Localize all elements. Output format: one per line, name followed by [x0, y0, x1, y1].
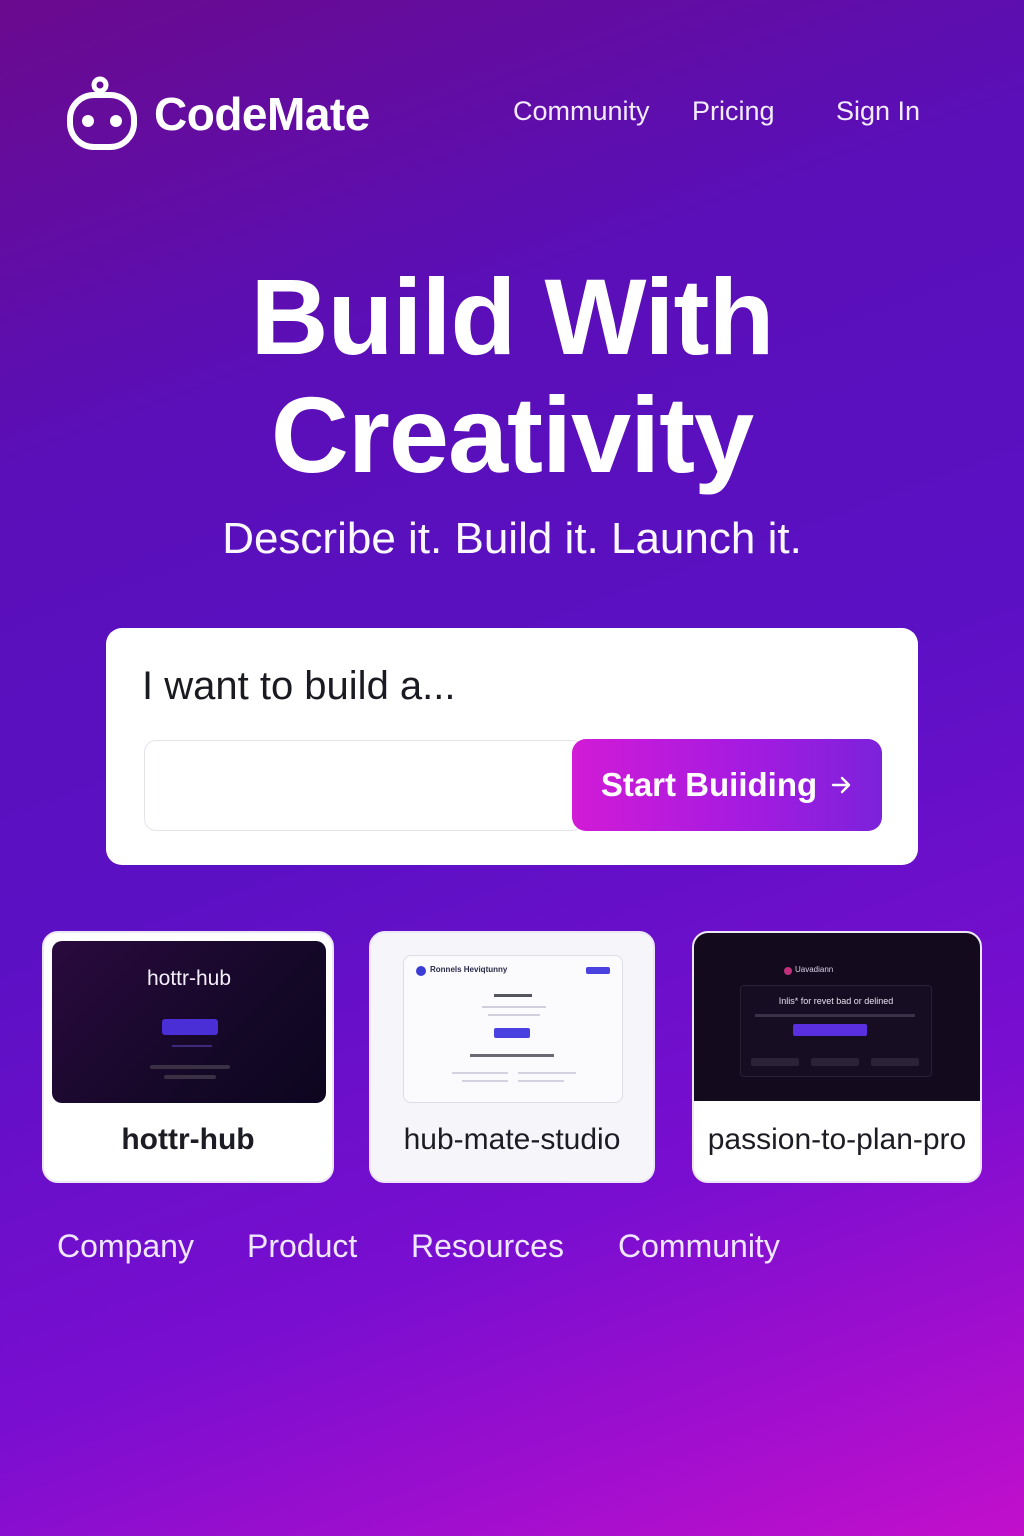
start-building-label: Start Buiiding: [600, 766, 818, 803]
arrow-right-icon: [831, 776, 851, 794]
brand-logo[interactable]: CodeMate: [66, 76, 370, 152]
thumbnail-button: [793, 1024, 867, 1036]
build-prompt-input[interactable]: [144, 740, 584, 831]
thumbnail-line: [462, 1080, 508, 1082]
project-card-passion-to-plan-pro[interactable]: Uavadiann Inlis* for revet bad or deline…: [692, 931, 982, 1183]
thumbnail-line: [494, 994, 532, 997]
thumbnail-line: [482, 1006, 546, 1008]
thumbnail-logo-icon: [416, 966, 426, 976]
footer-link-resources[interactable]: Resources: [411, 1228, 564, 1265]
thumbnail-title: hottr-hub: [146, 967, 232, 990]
thumbnail-line: [470, 1054, 554, 1057]
thumbnail-line: [150, 1065, 230, 1069]
project-thumbnail: Uavadiann Inlis* for revet bad or deline…: [694, 933, 980, 1101]
project-name: hub-mate-studio: [403, 1123, 621, 1156]
project-name: hottr-hub: [121, 1123, 255, 1156]
thumbnail-text: Inlis* for revet bad or delined: [778, 996, 894, 1006]
build-prompt-card: I want to build a... Start Buiiding: [106, 628, 918, 865]
hero-title-line-1: Build With: [250, 256, 775, 377]
build-prompt-label: I want to build a...: [142, 664, 456, 708]
brand-name: CodeMate: [154, 88, 370, 140]
thumbnail-nav-button: [586, 967, 610, 974]
thumbnail-line: [452, 1072, 508, 1074]
thumbnail-title: Ronnels Heviqtunny: [430, 965, 508, 974]
footer-link-company[interactable]: Company: [57, 1228, 194, 1265]
project-card-hub-mate-studio[interactable]: Ronnels Heviqtunny hub-mate-studio: [369, 931, 655, 1183]
hero-title-line-2: Creativity: [270, 374, 754, 495]
thumbnail-line: [172, 1045, 212, 1047]
footer-link-product[interactable]: Product: [247, 1228, 357, 1265]
hero-title: Build With Creativity: [0, 258, 1024, 494]
thumbnail-chip: [871, 1058, 919, 1066]
start-building-button[interactable]: Start Buiiding: [572, 739, 882, 831]
hero-subtitle: Describe it. Build it. Launch it.: [222, 514, 802, 563]
thumbnail-button: [494, 1028, 530, 1038]
thumbnail-title: Uavadiann: [795, 965, 834, 974]
project-thumbnail: Ronnels Heviqtunny: [403, 955, 623, 1103]
thumbnail-line: [755, 1014, 915, 1017]
thumbnail-line: [518, 1080, 564, 1082]
project-card-hottr-hub[interactable]: hottr-hub hottr-hub: [42, 931, 334, 1183]
nav-link-community[interactable]: Community: [513, 96, 650, 127]
top-header: CodeMate Community Pricing Sign In: [0, 0, 1024, 230]
thumbnail-button: [162, 1019, 218, 1035]
nav-link-sign-in[interactable]: Sign In: [836, 96, 920, 127]
thumbnail-panel: Inlis* for revet bad or delined: [740, 985, 932, 1077]
thumbnail-line: [518, 1072, 576, 1074]
thumbnail-chip: [751, 1058, 799, 1066]
footer-link-community[interactable]: Community: [618, 1228, 780, 1265]
project-name: passion-to-plan-pro: [707, 1123, 967, 1156]
thumbnail-line: [488, 1014, 540, 1016]
robot-face-icon: [67, 76, 137, 150]
project-thumbnail: hottr-hub: [52, 941, 326, 1103]
thumbnail-chip: [811, 1058, 859, 1066]
nav-link-pricing[interactable]: Pricing: [692, 96, 775, 127]
thumbnail-logo-icon: [784, 967, 792, 975]
thumbnail-line: [164, 1075, 216, 1079]
